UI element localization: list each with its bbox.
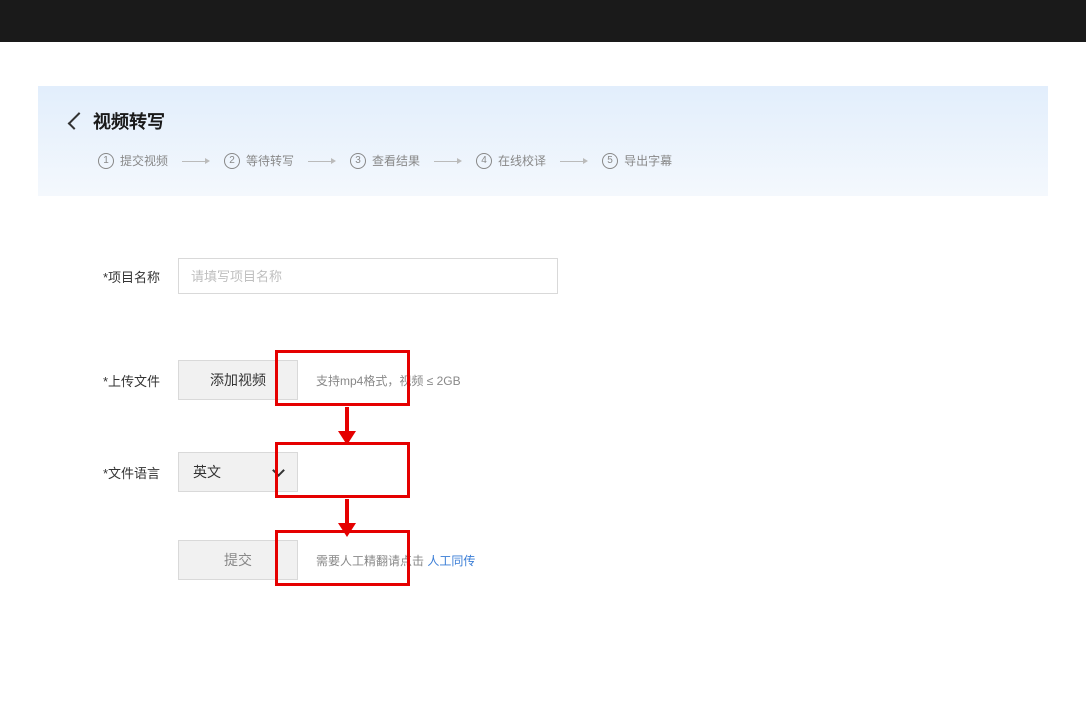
step-arrow-icon — [434, 157, 462, 165]
language-select-value: 英文 — [193, 462, 274, 482]
step-label: 等待转写 — [246, 152, 294, 169]
step-4: 4 在线校译 — [476, 152, 546, 169]
label-project-name: *项目名称 — [103, 267, 178, 286]
page-title: 视频转写 — [93, 108, 165, 134]
back-icon[interactable] — [68, 112, 86, 130]
step-num: 3 — [350, 153, 366, 169]
top-bar — [0, 0, 1086, 42]
step-label: 提交视频 — [120, 152, 168, 169]
step-5: 5 导出字幕 — [602, 152, 672, 169]
step-arrow-icon — [182, 157, 210, 165]
annotation-arrow-icon — [335, 405, 359, 449]
step-3: 3 查看结果 — [350, 152, 420, 169]
manual-translation-link[interactable]: 人工同传 — [427, 554, 475, 568]
step-num: 5 — [602, 153, 618, 169]
language-select[interactable]: 英文 — [178, 452, 298, 492]
add-video-button-label: 添加视频 — [210, 370, 266, 390]
chevron-down-icon — [272, 464, 285, 477]
row-project-name: *项目名称 — [103, 258, 1048, 294]
step-arrow-icon — [560, 157, 588, 165]
step-label: 查看结果 — [372, 152, 420, 169]
project-name-input[interactable] — [178, 258, 558, 294]
row-upload: *上传文件 添加视频 支持mp4格式，视频 ≤ 2GB — [103, 360, 1048, 400]
upload-hint: 支持mp4格式，视频 ≤ 2GB — [316, 372, 461, 389]
step-num: 2 — [224, 153, 240, 169]
row-submit: 提交 需要人工精翻请点击 人工同传 — [103, 540, 1048, 580]
title-row: 视频转写 — [72, 108, 1014, 134]
step-2: 2 等待转写 — [224, 152, 294, 169]
submit-hint-prefix: 需要人工精翻请点击 — [316, 554, 424, 568]
label-upload: *上传文件 — [103, 371, 178, 390]
step-1: 1 提交视频 — [98, 152, 168, 169]
annotation-arrow-icon — [335, 497, 359, 541]
step-arrow-icon — [308, 157, 336, 165]
steps: 1 提交视频 2 等待转写 3 查看结果 4 在线校译 5 导出字幕 — [98, 152, 1014, 169]
step-label: 导出字幕 — [624, 152, 672, 169]
label-language: *文件语言 — [103, 463, 178, 482]
step-label: 在线校译 — [498, 152, 546, 169]
form: *项目名称 *上传文件 添加视频 支持mp4格式，视频 ≤ 2GB *文件语言 … — [38, 196, 1048, 580]
step-num: 1 — [98, 153, 114, 169]
step-num: 4 — [476, 153, 492, 169]
submit-button[interactable]: 提交 — [178, 540, 298, 580]
row-language: *文件语言 英文 — [103, 452, 1048, 492]
header-block: 视频转写 1 提交视频 2 等待转写 3 查看结果 4 在线校译 — [38, 86, 1048, 196]
content: 视频转写 1 提交视频 2 等待转写 3 查看结果 4 在线校译 — [0, 42, 1086, 580]
submit-hint: 需要人工精翻请点击 人工同传 — [316, 552, 475, 569]
submit-button-label: 提交 — [224, 550, 252, 570]
add-video-button[interactable]: 添加视频 — [178, 360, 298, 400]
